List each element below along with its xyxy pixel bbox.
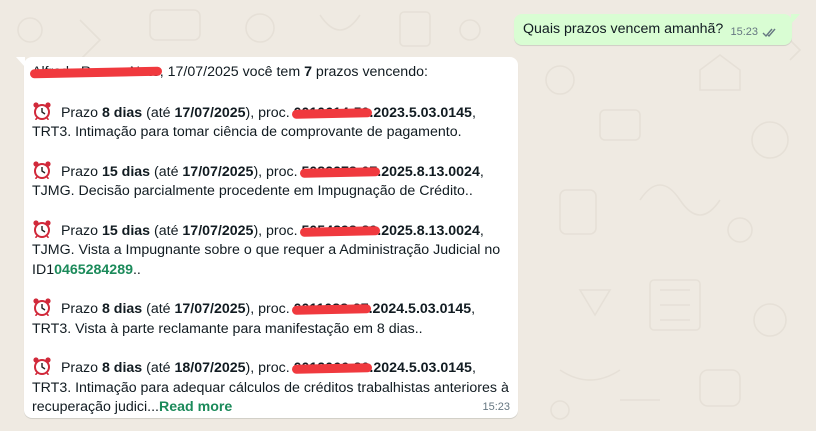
deadline-description-cont: recuperação judici...Read more (32, 399, 233, 415)
alarm-clock-icon (33, 357, 51, 375)
message-greeting: Alfredo Ramos Neto, 17/07/2025 você tem … (32, 63, 508, 83)
alarm-clock-icon (33, 219, 51, 238)
incoming-message-time: 15:23 (482, 401, 510, 413)
deadline-description: TRT3. Intimação para adequar cálculos de… (32, 379, 509, 396)
deadline-description: TRT3. Intimação para tomar ciência de co… (32, 124, 462, 140)
redacted-process-number: 0010614-50 (294, 104, 370, 124)
deadline-item: Prazo 15 dias (até 17/07/2025), proc. 50… (32, 219, 508, 242)
outgoing-message-meta: 15:23 (730, 26, 778, 38)
incoming-message-bubble[interactable]: Alfredo Ramos Neto, 17/07/2025 você tem … (16, 57, 518, 418)
outgoing-message-bubble[interactable]: Quais prazos vencem amanhã? 15:23 (514, 14, 800, 45)
deadline-item: Prazo 8 dias (até 17/07/2025), proc. 001… (32, 101, 508, 124)
redacted-process-number: 0012066-30 (294, 359, 370, 379)
phone-number-link[interactable]: 0465284289 (54, 262, 133, 278)
deadline-description: TJMG. Decisão parcialmente procedente em… (32, 183, 473, 199)
deadline-item: Prazo 8 dias (até 18/07/2025), proc. 001… (32, 357, 508, 379)
outgoing-message-time: 15:23 (730, 26, 758, 38)
alarm-clock-icon (33, 298, 51, 316)
alarm-clock-icon (33, 101, 51, 120)
redacted-name: Alfredo Ramos Neto (32, 63, 160, 83)
double-check-icon (762, 28, 776, 37)
deadline-item: Prazo 15 dias (até 17/07/2025), proc. 50… (32, 160, 508, 183)
deadline-description-cont: ID10465284289.. (32, 261, 141, 278)
deadline-item: Prazo 8 dias (até 17/07/2025), proc. 001… (32, 298, 508, 320)
deadline-description: TRT3. Vista à parte reclamante para mani… (32, 320, 423, 337)
deadline-count: 7 (304, 64, 312, 80)
redacted-process-number: 0011088-27 (294, 300, 369, 320)
redacted-process-number: 5054898-89 (302, 222, 378, 242)
alarm-clock-icon (33, 160, 51, 179)
redacted-process-number: 5082278-07 (302, 163, 378, 183)
deadline-description: TJMG. Vista a Impugnante sobre o que req… (32, 242, 501, 258)
read-more-link[interactable]: Read more (159, 399, 232, 415)
